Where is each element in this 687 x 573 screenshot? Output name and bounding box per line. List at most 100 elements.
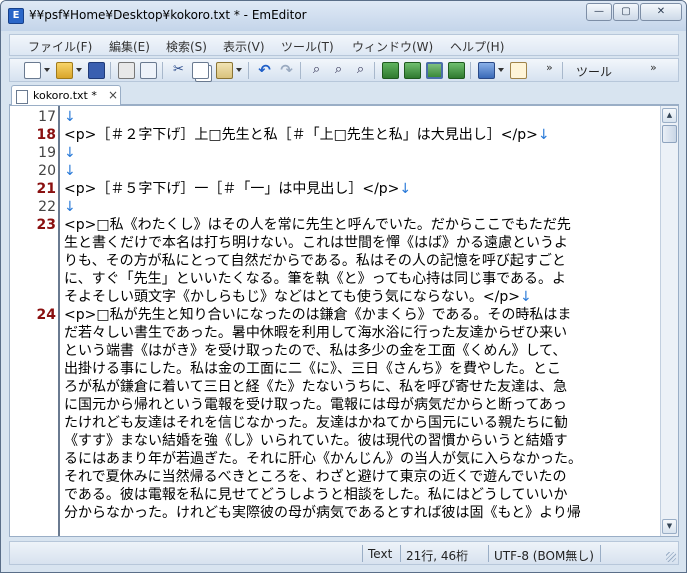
cut-icon[interactable]: ✂ <box>170 62 187 79</box>
display-mode-icon[interactable] <box>382 62 399 79</box>
editor-line[interactable]: 生と書くだけで本名は打ち明けない。これは世間を憚《はば》かる遠慮というよ <box>10 234 658 252</box>
editor-line[interactable]: に国元から帰れという電報を受け取った。電報には母が病気だからと断ってあっ <box>10 396 658 414</box>
vertical-scrollbar[interactable]: ▲ ▼ <box>660 106 678 536</box>
minimize-button[interactable]: — <box>586 3 612 21</box>
scrollbar-thumb[interactable] <box>662 125 677 143</box>
scroll-down-arrow-icon[interactable]: ▼ <box>662 519 677 534</box>
line-text: <p>□私《わたくし》はその人を常に先生と呼んでいた。だからここでもただ先 <box>64 216 571 234</box>
editor-line[interactable]: 21 <p>［＃５字下げ］一［＃「一」は中見出し］</p>↓ <box>10 180 658 198</box>
status-cursor-position[interactable]: 21行, 46桁 <box>406 547 468 564</box>
scroll-up-arrow-icon[interactable]: ▲ <box>662 108 677 123</box>
redo-icon[interactable]: ↷ <box>278 62 295 79</box>
tools-toolbar-label[interactable]: ツール <box>576 63 612 80</box>
line-content: に国元から帰れという電報を受け取った。電報には母が病気だからと断ってあっ <box>64 397 567 413</box>
find-icon[interactable]: ⌕ <box>308 62 325 79</box>
editor-line[interactable]: である。彼は電報を私に見せてどうしようと相談をした。私にはどうしていいか <box>10 486 658 504</box>
newline-marker-icon: ↓ <box>64 163 76 179</box>
editor-line[interactable]: 24 <p>□私が先生と知り合いになったのは鎌倉《かまくら》である。その時私はま <box>10 306 658 324</box>
line-content: 出掛ける事にした。私は金の工面に二《に》、三日《さんち》を費やした。とこ <box>64 361 561 377</box>
editor-line[interactable]: 22 ↓ <box>10 198 658 216</box>
editor-line[interactable]: 19 ↓ <box>10 144 658 162</box>
line-number-toggle-icon[interactable] <box>404 62 421 79</box>
line-text: 分からなかった。けれども実際彼の母が病気であるとすれば彼は固《もと》より帰 <box>64 504 581 522</box>
menu-search[interactable]: 検索(S) <box>166 38 207 55</box>
newline-marker-icon: ↓ <box>399 181 412 197</box>
paste-icon[interactable] <box>216 62 233 79</box>
undo-icon[interactable]: ↶ <box>256 62 273 79</box>
title-bar[interactable]: E ¥¥psf¥Home¥Desktop¥kokoro.txt * - EmEd… <box>1 1 686 31</box>
newline-marker-icon: ↓ <box>537 127 550 143</box>
editor-line[interactable]: 18 <p>［＃２字下げ］上□先生と私［＃「上□先生と私」は大見出し］</p>↓ <box>10 126 658 144</box>
menu-help[interactable]: ヘルプ(H) <box>450 38 504 55</box>
menu-view[interactable]: 表示(V) <box>223 38 265 55</box>
print-preview-icon[interactable] <box>140 62 157 79</box>
line-content: <p>□私が先生と知り合いになったのは鎌倉《かまくら》である。その時私はま <box>64 307 572 323</box>
status-separator <box>400 545 401 562</box>
line-text: <p>［＃５字下げ］一［＃「一」は中見出し］</p>↓ <box>64 180 411 198</box>
configuration-dropdown-arrow-icon[interactable] <box>498 68 504 72</box>
editor-line[interactable]: 23 <p>□私《わたくし》はその人を常に先生と呼んでいた。だからここでもただ先 <box>10 216 658 234</box>
line-content: りも、その方が私にとって自然だからである。私はその人の記憶を呼び起すごと <box>64 253 566 269</box>
editor-line[interactable]: 分からなかった。けれども実際彼の母が病気であるとすれば彼は固《もと》より帰 <box>10 504 658 522</box>
editor-line[interactable]: 17 ↓ <box>10 108 658 126</box>
text-file-icon <box>16 90 28 104</box>
configuration-icon[interactable] <box>478 62 495 79</box>
toolbar-separator <box>110 62 111 79</box>
editor-line[interactable]: に、すぐ「先生」といいたくなる。筆を執《と》っても心持は同じ事である。よ <box>10 270 658 288</box>
line-number: 22 <box>38 199 56 215</box>
editor-line[interactable]: たけれども友達はそれを信じなかった。友達はかねてから国元にいる親たちに勧 <box>10 414 658 432</box>
toolbar-more-icon[interactable]: » <box>546 61 553 74</box>
status-encoding[interactable]: UTF-8 (BOM無し) <box>494 547 594 564</box>
tab-kokoro-txt[interactable]: kokoro.txt * × <box>11 85 121 106</box>
line-content: 分からなかった。けれども実際彼の母が病気であるとすれば彼は固《もと》より帰 <box>64 505 581 521</box>
status-mode[interactable]: Text <box>368 547 392 561</box>
menu-file[interactable]: ファイル(F) <box>28 38 92 55</box>
editor-line[interactable]: 20 ↓ <box>10 162 658 180</box>
copy-icon[interactable] <box>192 62 209 79</box>
editor-line[interactable]: という端書《はがき》を受け取ったので、私は多少の金を工面《くめん》して、 <box>10 342 658 360</box>
open-dropdown-arrow-icon[interactable] <box>76 68 82 72</box>
print-icon[interactable] <box>118 62 135 79</box>
editor-line[interactable]: ろが私が鎌倉に着いて三日と経《た》たないうちに、私を呼び寄せた友達は、急 <box>10 378 658 396</box>
customize-icon[interactable] <box>510 62 527 79</box>
text-editor[interactable]: 17 ↓ 18 <p>［＃２字下げ］上□先生と私［＃「上□先生と私」は大見出し］</p… <box>9 105 679 537</box>
new-document-icon[interactable] <box>24 62 41 79</box>
emeditor-app-icon[interactable]: E <box>8 8 24 24</box>
find-previous-icon[interactable]: ⌕ <box>352 62 369 79</box>
editor-line[interactable]: るにはあまり年が若過ぎた。それに肝心《かんじん》の当人が気に入らなかった。 <box>10 450 658 468</box>
editor-line[interactable]: だ若々しい書生であった。暑中休暇を利用して海水浴に行った友達からぜひ来い <box>10 324 658 342</box>
editor-line[interactable]: そよそしい頭文字《かしらもじ》などはとても使う気にならない。</p>↓ <box>10 288 658 306</box>
wrap-toggle-icon[interactable] <box>448 62 465 79</box>
emeditor-window: E ¥¥psf¥Home¥Desktop¥kokoro.txt * - EmEd… <box>0 0 687 573</box>
editor-line[interactable]: 出掛ける事にした。私は金の工面に二《に》、三日《さんち》を費やした。とこ <box>10 360 658 378</box>
line-text: である。彼は電報を私に見せてどうしようと相談をした。私にはどうしていいか <box>64 486 567 504</box>
menu-tools[interactable]: ツール(T) <box>281 38 334 55</box>
menu-edit[interactable]: 編集(E) <box>109 38 150 55</box>
editor-line[interactable]: 《すす》まない結婚を強《し》いられていた。彼は現代の習慣からいうと結婚す <box>10 432 658 450</box>
editor-line[interactable]: りも、その方が私にとって自然だからである。私はその人の記憶を呼び起すごと <box>10 252 658 270</box>
document-tab-bar: kokoro.txt * × <box>9 84 679 106</box>
line-content: に、すぐ「先生」といいたくなる。筆を執《と》っても心持は同じ事である。よ <box>64 271 567 287</box>
line-text: ↓ <box>64 108 76 126</box>
line-number: 19 <box>38 145 56 161</box>
maximize-button[interactable]: ▢ <box>613 3 639 21</box>
save-icon[interactable] <box>88 62 105 79</box>
new-dropdown-arrow-icon[interactable] <box>44 68 50 72</box>
close-button[interactable]: ✕ <box>640 3 682 21</box>
toolbar-separator <box>300 62 301 79</box>
open-folder-icon[interactable] <box>56 62 73 79</box>
line-text: たけれども友達はそれを信じなかった。友達はかねてから国元にいる親たちに勧 <box>64 414 568 432</box>
tools-toolbar-more-icon[interactable]: » <box>650 61 657 74</box>
tab-close-icon[interactable]: × <box>108 88 118 102</box>
wrap-by-window-toggle-icon[interactable] <box>426 62 443 79</box>
paste-dropdown-arrow-icon[interactable] <box>236 68 242 72</box>
toolbar-separator <box>162 62 163 79</box>
editor-line[interactable]: それで夏休みに当然帰るべきところを、わざと避けて東京の近くで遊んでいたの <box>10 468 658 486</box>
line-content: <p>［＃５字下げ］一［＃「一」は中見出し］</p> <box>64 181 400 197</box>
resize-grip-icon[interactable] <box>666 552 676 562</box>
toolbar-separator <box>248 62 249 79</box>
line-text: という端書《はがき》を受け取ったので、私は多少の金を工面《くめん》して、 <box>64 342 566 360</box>
menu-window[interactable]: ウィンドウ(W) <box>352 38 433 55</box>
find-next-icon[interactable]: ⌕ <box>330 62 347 79</box>
window-title: ¥¥psf¥Home¥Desktop¥kokoro.txt * - EmEdit… <box>29 8 307 22</box>
